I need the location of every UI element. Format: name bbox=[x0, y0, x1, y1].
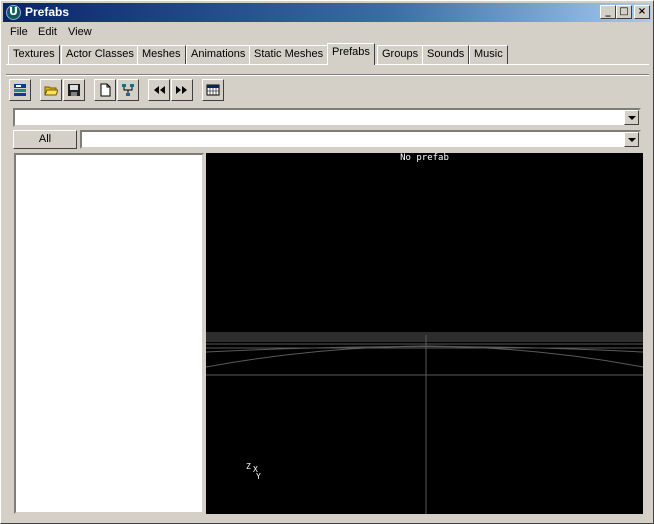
prefab-list[interactable] bbox=[14, 153, 204, 514]
viewport-grid bbox=[206, 332, 643, 514]
previous-button[interactable] bbox=[148, 79, 170, 101]
title-bar[interactable]: Prefabs _ □ × bbox=[3, 3, 651, 22]
group-combo[interactable] bbox=[80, 130, 641, 149]
new-prefab-button[interactable] bbox=[94, 79, 116, 101]
tab-meshes[interactable]: Meshes bbox=[137, 45, 186, 64]
tab-textures[interactable]: Textures bbox=[8, 45, 60, 64]
axis-gizmo: Z X Y bbox=[246, 462, 266, 482]
group-dropdown-button[interactable] bbox=[624, 132, 639, 147]
menu-edit[interactable]: Edit bbox=[38, 26, 57, 38]
unreal-app-icon bbox=[6, 5, 21, 20]
tab-groups[interactable]: Groups bbox=[377, 45, 424, 64]
viewport-status: No prefab bbox=[400, 153, 449, 163]
tab-static-meshes[interactable]: Static Meshes bbox=[249, 45, 329, 64]
tab-music[interactable]: Music bbox=[469, 45, 508, 64]
prefab-viewport[interactable]: No prefab Z X Y bbox=[206, 153, 643, 514]
axis-z-label: Z bbox=[246, 462, 251, 471]
menu-file[interactable]: File bbox=[10, 26, 28, 38]
save-disk-icon bbox=[68, 84, 80, 96]
minimize-button[interactable]: _ bbox=[600, 5, 616, 19]
open-folder-icon bbox=[44, 86, 58, 96]
window-title: Prefabs bbox=[25, 5, 70, 19]
browser-tabs: Textures Actor Classes Meshes Animations… bbox=[6, 43, 646, 65]
tab-prefabs[interactable]: Prefabs bbox=[327, 43, 375, 65]
maximize-button[interactable]: □ bbox=[616, 5, 632, 19]
prefabs-window: Prefabs _ □ × File Edit View Textures Ac… bbox=[0, 0, 654, 524]
close-button[interactable]: × bbox=[634, 5, 650, 19]
tab-animations[interactable]: Animations bbox=[186, 45, 251, 64]
calendar-button[interactable] bbox=[202, 79, 224, 101]
open-package-button[interactable] bbox=[40, 79, 62, 101]
toolbar-separator bbox=[6, 74, 649, 76]
all-button[interactable]: All bbox=[13, 130, 77, 149]
tab-sounds[interactable]: Sounds bbox=[422, 45, 470, 64]
next-button[interactable] bbox=[171, 79, 193, 101]
browser-layout-button[interactable] bbox=[9, 79, 31, 101]
new-document-icon bbox=[100, 83, 111, 97]
hierarchy-button[interactable] bbox=[117, 79, 139, 101]
menu-view[interactable]: View bbox=[68, 26, 92, 38]
package-combo[interactable] bbox=[13, 108, 641, 127]
axis-y-label: Y bbox=[256, 472, 261, 481]
rewind-icon bbox=[154, 86, 165, 94]
hierarchy-icon bbox=[122, 84, 134, 96]
calendar-grid-icon bbox=[206, 84, 220, 96]
menu-bar: File Edit View bbox=[3, 23, 651, 43]
save-package-button[interactable] bbox=[63, 79, 85, 101]
package-dropdown-button[interactable] bbox=[624, 110, 639, 125]
tab-actor-classes[interactable]: Actor Classes bbox=[61, 45, 139, 64]
browser-layout-icon bbox=[14, 84, 26, 96]
fast-forward-icon bbox=[176, 86, 187, 94]
